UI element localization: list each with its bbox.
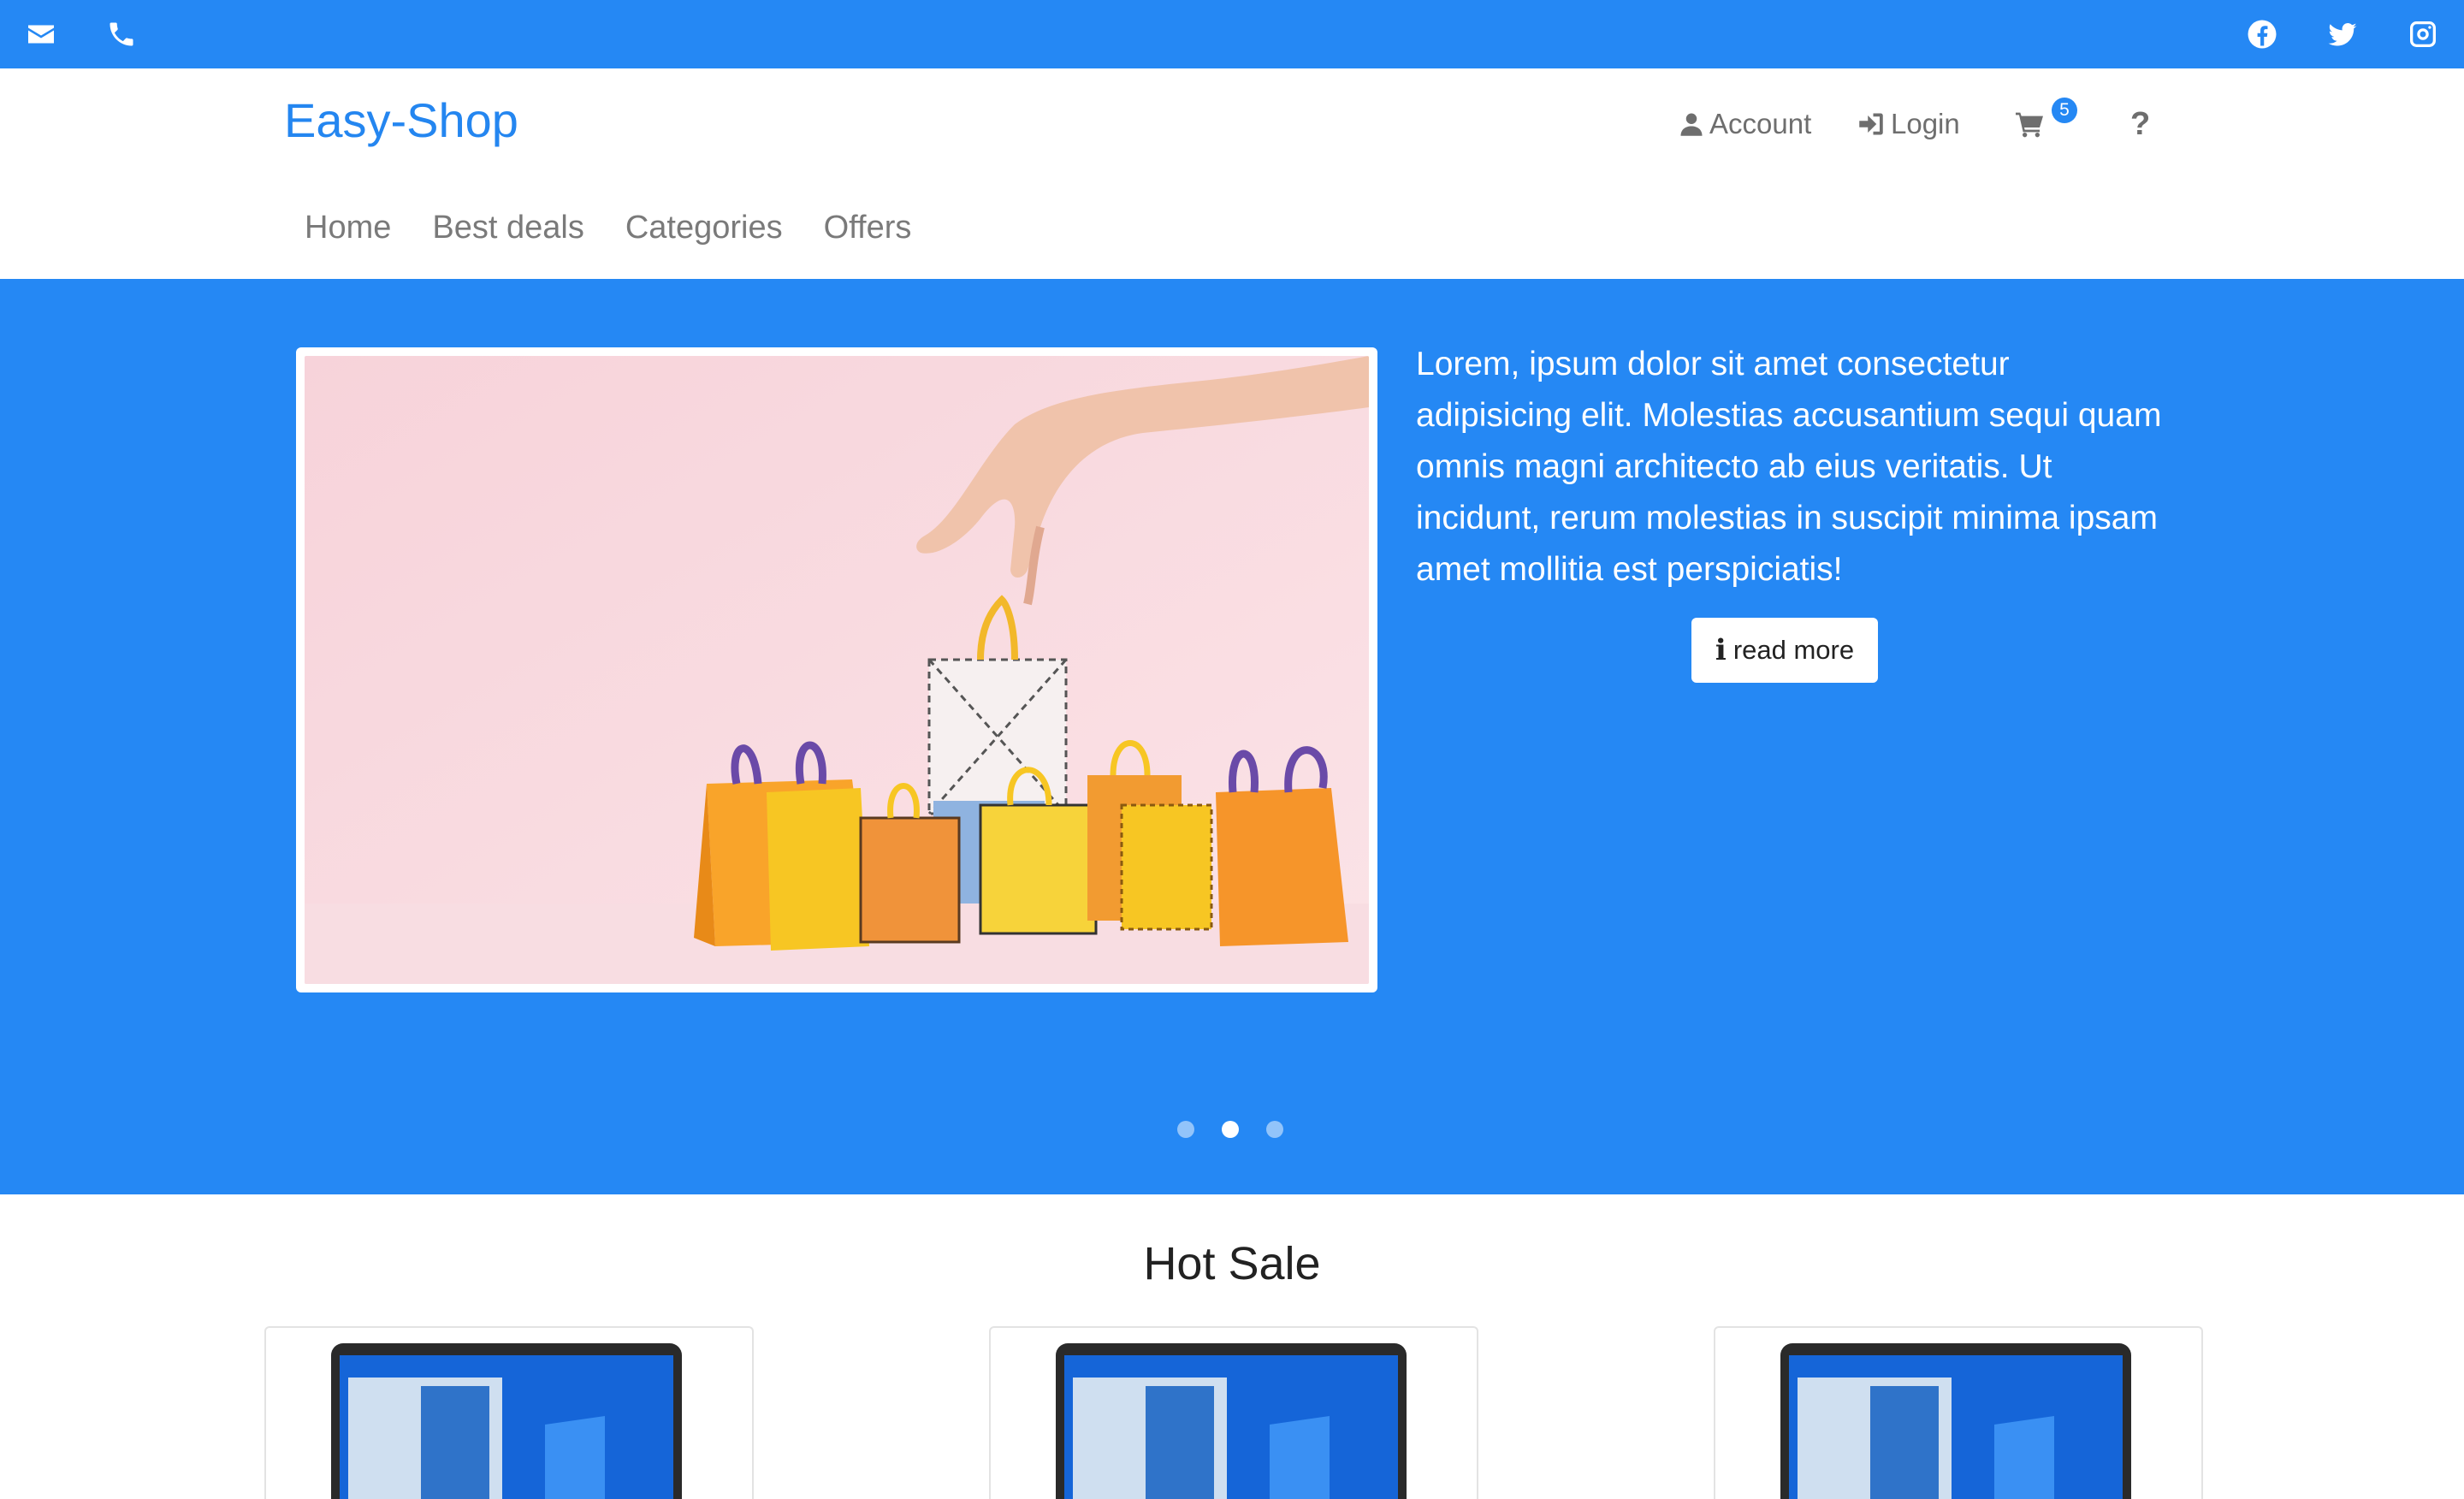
nav-item-home[interactable]: Home: [284, 205, 412, 250]
nav-item-best-deals[interactable]: Best deals: [412, 205, 604, 250]
login-label: Login: [1891, 108, 1960, 139]
shopping-cart-icon: [2016, 112, 2043, 138]
cart-link[interactable]: [2014, 103, 2050, 145]
phone-icon[interactable]: [106, 19, 137, 50]
twitter-icon[interactable]: [2327, 19, 2358, 50]
carousel-dot-1[interactable]: [1177, 1121, 1194, 1138]
section-title: Hot Sale: [1143, 1238, 1321, 1289]
nav-item-categories[interactable]: Categories: [605, 205, 803, 250]
product-card[interactable]: [1714, 1326, 2203, 1499]
sign-in-icon: [1859, 113, 1883, 135]
cart-count-badge: 5: [2052, 98, 2077, 123]
account-label: Account: [1709, 108, 1812, 139]
question-icon: ?: [2130, 105, 2151, 142]
hero-carousel: Lorem, ipsum dolor sit amet consectetur …: [0, 279, 2464, 1194]
main-nav: Home Best deals Categories Offers: [284, 205, 932, 250]
envelope-icon[interactable]: [26, 19, 56, 50]
product-card[interactable]: [264, 1326, 754, 1499]
top-bar: [0, 0, 2464, 68]
laptop-image: [331, 1343, 682, 1499]
brand-logo[interactable]: Easy-Shop: [284, 92, 518, 148]
help-link[interactable]: ?: [2130, 103, 2150, 145]
account-link[interactable]: Account: [1679, 103, 1811, 145]
instagram-icon[interactable]: [2408, 19, 2438, 50]
hero-image-frame: [296, 347, 1377, 992]
hero-description: Lorem, ipsum dolor sit amet consectetur …: [1416, 346, 2162, 588]
user-icon: [1680, 113, 1703, 136]
nav-item-offers[interactable]: Offers: [803, 205, 933, 250]
read-more-button[interactable]: i read more: [1691, 618, 1878, 683]
site-header: Easy-Shop Account Login 5 ? Home Best de…: [0, 68, 2464, 279]
hero-image-shopping-bags: [305, 356, 1369, 984]
info-icon: i: [1715, 633, 1727, 667]
carousel-dot-2[interactable]: [1222, 1121, 1239, 1138]
laptop-image: [1056, 1343, 1407, 1499]
login-link[interactable]: Login: [1857, 103, 1960, 145]
facebook-icon[interactable]: [2247, 19, 2277, 50]
read-more-label: read more: [1732, 635, 1855, 665]
laptop-image: [1780, 1343, 2131, 1499]
carousel-indicators: [1177, 1121, 1283, 1138]
product-card[interactable]: [989, 1326, 1478, 1499]
carousel-dot-3[interactable]: [1266, 1121, 1283, 1138]
